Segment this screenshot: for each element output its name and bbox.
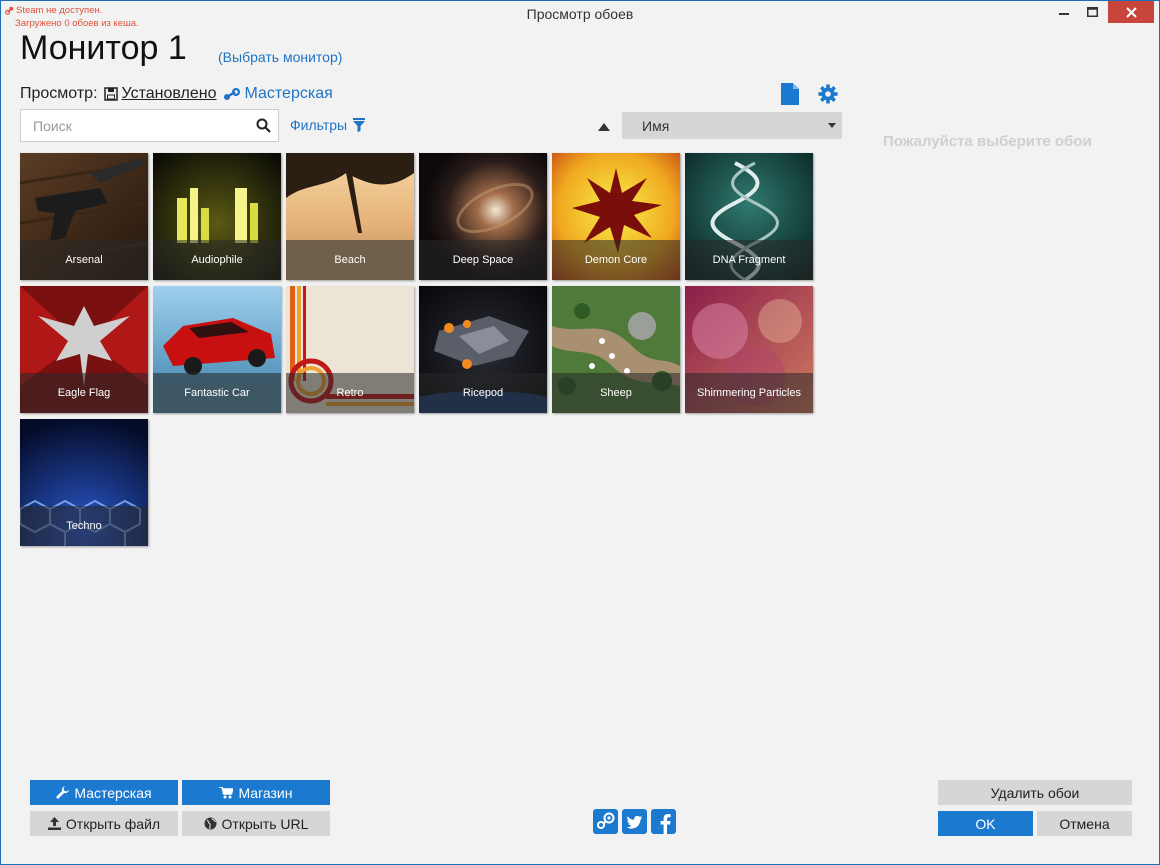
wallpaper-browser-window: Steam не доступен. Загружено 0 обоев из … [0,0,1160,865]
document-icon [781,83,799,105]
wallpaper-tile[interactable]: Demon Core [552,153,680,280]
open-file-button[interactable]: Открыть файл [30,811,178,836]
twitter-icon[interactable] [622,809,647,834]
chevron-down-icon [828,123,836,128]
upload-icon [47,817,61,830]
open-url-button[interactable]: Открыть URL [182,811,330,836]
wallpaper-tile[interactable]: Eagle Flag [20,286,148,413]
installed-tab-label: Установлено [121,85,217,102]
wallpaper-name: Fantastic Car [153,373,281,413]
wallpaper-name: Techno [20,506,148,546]
wallpaper-name: Audiophile [153,240,281,280]
minimize-icon [1059,13,1069,15]
delete-wallpaper-button-label: Удалить обои [990,784,1080,801]
view-label: Просмотр: [20,85,98,102]
view-mode-row: Просмотр: Установлено Мастерская [20,85,333,103]
open-file-button-label: Открыть файл [65,815,161,832]
wallpaper-tile[interactable]: Ricepod [419,286,547,413]
wallpaper-tile[interactable]: Deep Space [419,153,547,280]
filters-toggle[interactable]: Фильтры [290,117,366,133]
shop-button-label: Магазин [238,784,293,801]
wrench-icon [56,786,70,799]
wallpaper-name: Shimmering Particles [685,373,813,413]
preview-placeholder: Пожалуйста выберите обои [883,133,1092,150]
delete-wallpaper-button[interactable]: Удалить обои [938,780,1132,805]
sort-select[interactable]: Имя [622,112,842,139]
ok-button[interactable]: OK [938,811,1033,836]
save-icon [103,87,118,101]
search-button[interactable] [248,118,278,133]
wallpaper-tile[interactable]: Shimmering Particles [685,286,813,413]
wallpaper-tile[interactable]: DNA Fragment [685,153,813,280]
wallpaper-tile[interactable]: Arsenal [20,153,148,280]
workshop-tab-label: Мастерская [244,85,333,102]
shop-button[interactable]: Магазин [182,780,330,805]
filters-label: Фильтры [290,117,348,133]
wallpaper-name: Sheep [552,373,680,413]
minimize-button[interactable] [1051,1,1077,23]
new-document-button[interactable] [779,83,801,105]
open-url-button-label: Открыть URL [221,815,309,832]
title-bar: Steam не доступен. Загружено 0 обоев из … [1,1,1159,29]
close-button[interactable] [1108,1,1154,23]
select-monitor-link[interactable]: (Выбрать монитор) [218,49,342,65]
close-icon [1125,6,1137,18]
wallpaper-name: Demon Core [552,240,680,280]
settings-button[interactable] [817,83,839,105]
sort-selected-value: Имя [642,117,670,134]
ok-button-label: OK [975,815,996,832]
wallpaper-tile[interactable]: Beach [286,153,414,280]
wallpaper-name: DNA Fragment [685,240,813,280]
window-title: Просмотр обоев [526,6,634,22]
steam-icon [223,88,240,100]
workshop-button[interactable]: Мастерская [30,780,178,805]
wallpaper-tile[interactable]: Retro [286,286,414,413]
steam-icon[interactable] [593,809,618,834]
sort-direction-button[interactable] [597,119,613,133]
search-field[interactable] [20,109,279,142]
wallpaper-name: Arsenal [20,240,148,280]
wallpaper-tile[interactable]: Fantastic Car [153,286,281,413]
sort-ascending-icon [598,123,610,131]
monitor-title: Монитор 1 [20,29,187,67]
maximize-icon [1086,7,1098,17]
globe-icon [204,817,217,830]
cancel-button[interactable]: Отмена [1037,811,1132,836]
wallpaper-name: Ricepod [419,373,547,413]
facebook-icon[interactable] [651,809,676,834]
wallpaper-tile[interactable]: Audiophile [153,153,281,280]
filter-icon [353,118,366,132]
wallpaper-tile[interactable]: Techno [20,419,148,546]
wallpaper-name: Deep Space [419,240,547,280]
cancel-button-label: Отмена [1059,815,1110,832]
wallpaper-name: Eagle Flag [20,373,148,413]
wallpaper-name: Retro [286,373,414,413]
search-icon [256,118,271,133]
installed-tab[interactable]: Установлено [103,85,217,103]
workshop-button-label: Мастерская [74,784,152,801]
search-input[interactable] [21,110,248,141]
wallpaper-tile[interactable]: Sheep [552,286,680,413]
cart-icon [219,786,234,798]
gear-icon [818,84,838,104]
maximize-button[interactable] [1079,1,1105,23]
wallpaper-name: Beach [286,240,414,280]
workshop-tab[interactable]: Мастерская [223,85,333,103]
